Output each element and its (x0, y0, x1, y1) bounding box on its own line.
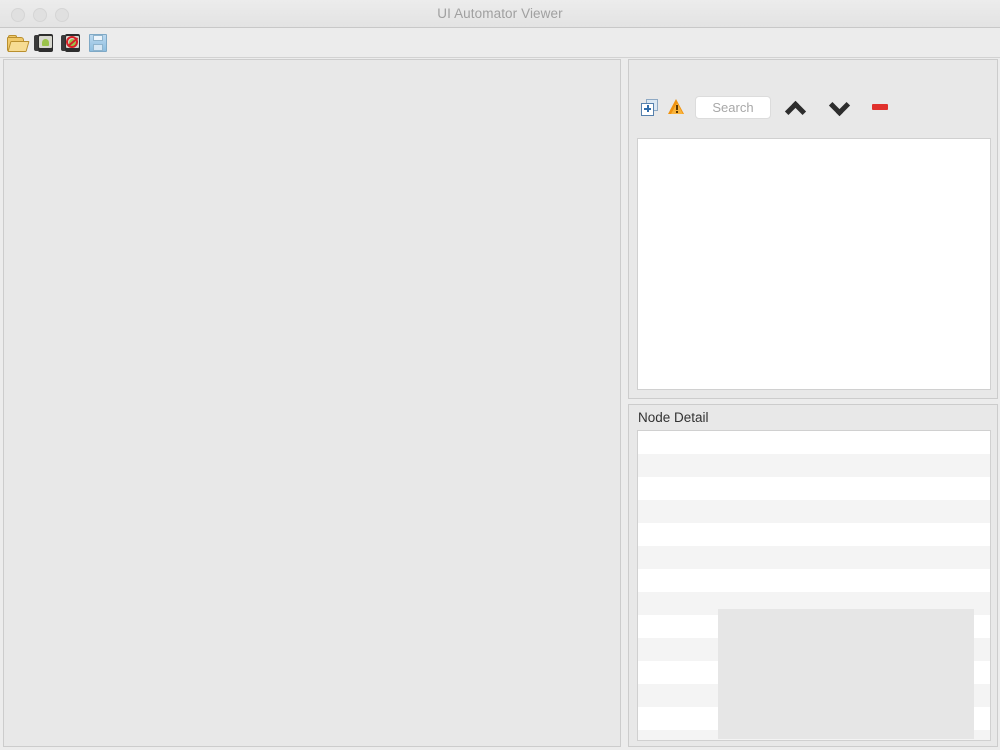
device-screenshot-icon (34, 33, 54, 52)
table-row[interactable] (638, 546, 990, 569)
save-floppy-icon (89, 33, 107, 52)
search-previous-button[interactable] (781, 96, 815, 118)
hierarchy-pane (628, 59, 998, 399)
toggle-naf-nodes-button[interactable] (641, 98, 658, 116)
app-window: UI Automator Viewer Search Node Detail (0, 0, 1000, 750)
minus-icon (872, 104, 888, 110)
add-window-icon (641, 98, 658, 116)
open-file-button[interactable] (6, 32, 30, 54)
hierarchy-toolbar (629, 86, 1000, 128)
node-detail-pane: Node Detail (628, 404, 998, 747)
table-row[interactable] (638, 500, 990, 523)
device-screenshot-button[interactable] (33, 32, 55, 54)
node-detail-title: Node Detail (638, 410, 709, 425)
node-detail-table[interactable] (637, 430, 991, 741)
table-row[interactable] (638, 569, 990, 592)
node-detail-value-region (718, 609, 974, 739)
device-screenshot-nocompress-icon (61, 33, 81, 52)
folder-open-icon (7, 34, 30, 52)
window-title: UI Automator Viewer (437, 6, 563, 21)
search-next-button[interactable] (825, 96, 859, 118)
search-input[interactable] (695, 95, 771, 119)
title-bar: UI Automator Viewer (0, 0, 1000, 28)
table-row[interactable] (638, 431, 990, 454)
hierarchy-tree-view[interactable] (637, 138, 991, 390)
warning-triangle-icon (668, 99, 685, 115)
device-screenshot-compressed-button[interactable] (60, 32, 82, 54)
clear-search-button[interactable] (869, 97, 891, 117)
show-naf-nodes-button[interactable] (668, 99, 685, 115)
screenshot-viewport[interactable] (3, 59, 621, 747)
main-toolbar (0, 28, 1000, 58)
table-row[interactable] (638, 477, 990, 500)
table-row[interactable] (638, 523, 990, 546)
save-button[interactable] (87, 32, 109, 54)
right-column: Node Detail (626, 59, 998, 747)
table-row[interactable] (638, 454, 990, 477)
